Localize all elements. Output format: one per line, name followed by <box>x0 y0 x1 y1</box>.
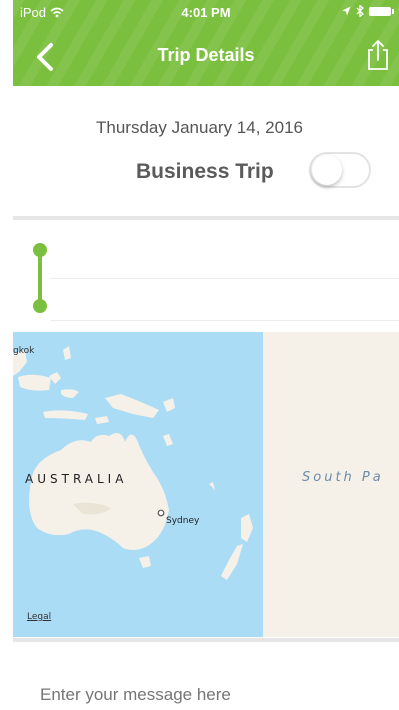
bluetooth-icon <box>356 5 364 17</box>
route-timeline-icon <box>33 243 47 313</box>
status-bar: iPod 4:01 PM <box>13 4 399 22</box>
section-divider <box>13 216 399 220</box>
location-arrow-icon <box>342 6 351 16</box>
toggle-knob <box>312 155 342 185</box>
nav-header: iPod 4:01 PM Trip Details <box>13 0 399 86</box>
message-input[interactable] <box>40 680 360 710</box>
stop-separator-2 <box>50 320 399 321</box>
page-title: Trip Details <box>157 45 255 65</box>
status-right <box>342 5 394 17</box>
map-divider <box>13 638 399 642</box>
stop-separator <box>50 278 399 279</box>
australia-label: AUSTRALIA <box>25 472 128 486</box>
legal-link[interactable]: Legal <box>27 612 51 622</box>
business-trip-label: Business Trip <box>136 160 274 183</box>
sydney-label: Sydney <box>166 516 200 526</box>
bangkok-label: gkok <box>13 346 35 356</box>
ocean-label: South Pa <box>302 470 384 485</box>
trip-date: Thursday January 14, 2016 <box>96 118 303 137</box>
trip-map[interactable]: gkok AUSTRALIA Sydney South Pa Legal <box>13 332 399 637</box>
battery-icon <box>369 6 394 16</box>
share-icon[interactable] <box>364 38 392 72</box>
business-trip-toggle[interactable] <box>309 152 371 188</box>
